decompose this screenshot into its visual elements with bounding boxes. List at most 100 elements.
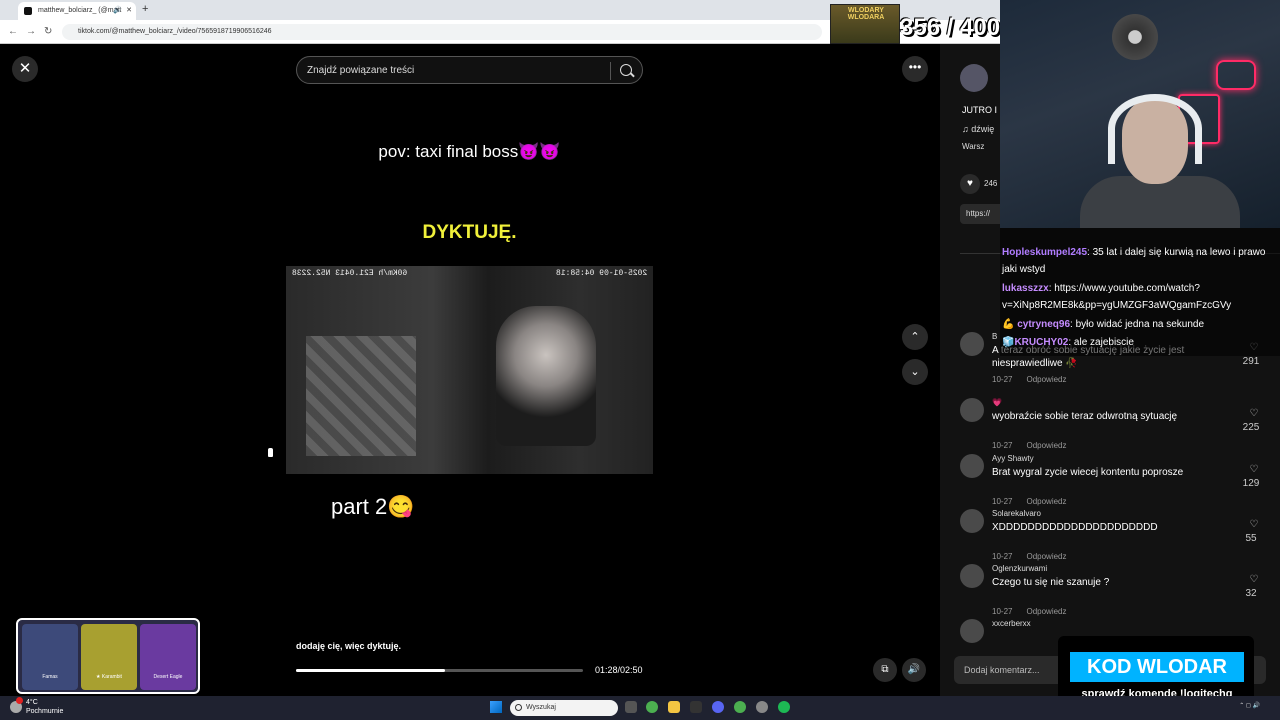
like-heart-icon[interactable]: ♥ <box>960 174 980 194</box>
comment-text: wyobraźcie sobie teraz odwrotną sytuację <box>992 411 1178 422</box>
dashcam-gps: 60Km/h E21.0413 N52.2238 <box>292 269 408 278</box>
chat-text: : było widać jedna na sekunde <box>1070 319 1205 330</box>
dashcam-timestamp: 2025-01-09 04:58:18 <box>556 269 648 278</box>
pip-button[interactable]: ⧉ <box>873 658 897 682</box>
comment-heart-icon[interactable]: ♡ <box>1243 519 1265 530</box>
commenter-name[interactable]: xxcerberxx <box>992 619 1031 628</box>
search-icon <box>515 704 522 711</box>
weather-desc: Pochmurnie <box>26 708 64 715</box>
comment-like-count: 55 <box>1245 533 1257 544</box>
next-video-button[interactable]: ⌄ <box>902 359 928 385</box>
video-time: 01:28/02:50 <box>595 665 643 675</box>
taskbar-search[interactable]: Wyszukaj <box>510 700 618 716</box>
chat-message: 🧊KRUCHY02: ale zajebiscie <box>1002 334 1278 351</box>
close-video-button[interactable]: ✕ <box>12 56 38 82</box>
volume-button[interactable]: 🔊 <box>902 658 926 682</box>
back-icon[interactable]: ← <box>8 26 18 37</box>
reply-button[interactable]: Odpowiedz <box>1026 607 1066 616</box>
comment-text: XDDDDDDDDDDDDDDDDDDDDDD <box>992 522 1158 533</box>
commenter-avatar[interactable] <box>960 619 984 643</box>
video-caption-top: pov: taxi final boss😈😈 <box>378 142 561 161</box>
reply-button[interactable]: Odpowiedz <box>1026 441 1066 450</box>
case-item-famas: Famas <box>22 624 78 690</box>
comment-text: Brat wygral zycie wiecej kontentu popros… <box>992 467 1184 478</box>
comment-item: Oglenzkurwami Czego tu się nie szanuje ? 1… <box>960 564 1265 616</box>
search-placeholder: Znajdź powiązane treści <box>307 65 415 76</box>
progress-fill <box>296 669 446 672</box>
tab-title: matthew_bolciarz_ (@matt <box>38 7 122 14</box>
comment-meta: 10-27 Odpowiedz <box>992 552 1067 561</box>
sub-counter: 356 / 400 <box>900 14 1001 41</box>
windows-taskbar: 4°C Pochmurnie Wyszukaj ⌃ ◻ 🔊 <box>0 696 1280 720</box>
chat-nick: lukasszzx <box>1002 283 1049 294</box>
commenter-name[interactable]: B <box>992 332 997 341</box>
comment-meta: 10-27 Odpowiedz <box>992 607 1067 616</box>
forward-icon[interactable]: → <box>26 26 36 37</box>
commenter-avatar[interactable] <box>960 454 984 478</box>
commenter-avatar[interactable] <box>960 509 984 533</box>
commenter-name[interactable]: 💗 <box>992 398 1002 407</box>
like-count: 246 <box>984 179 998 188</box>
app-icon[interactable] <box>690 701 702 713</box>
comment-heart-icon[interactable]: ♡ <box>1243 408 1265 419</box>
notification-badge <box>16 697 23 704</box>
comment-text: Czego tu się nie szanuje ? <box>992 577 1110 588</box>
chat-message: lukasszzx: https://www.youtube.com/watch… <box>1002 280 1278 314</box>
sound-link[interactable]: ♫ dźwię <box>962 124 994 134</box>
comment-heart-icon[interactable]: ♡ <box>1243 574 1265 585</box>
search-input[interactable]: Znajdź powiązane treści <box>296 56 643 84</box>
previous-video-button[interactable]: ⌃ <box>902 324 928 350</box>
chrome-icon-2[interactable] <box>734 701 746 713</box>
spotify-icon[interactable] <box>778 701 790 713</box>
comment-date: 10-27 <box>992 441 1013 450</box>
browser-tab[interactable]: matthew_bolciarz_ (@matt 🔊 ✕ <box>18 2 136 20</box>
new-tab-button[interactable]: + <box>142 3 148 15</box>
reply-button[interactable]: Odpowiedz <box>1026 552 1066 561</box>
commenter-avatar[interactable] <box>960 564 984 588</box>
video-part-label: part 2😋 <box>331 494 415 519</box>
chrome-icon[interactable] <box>646 701 658 713</box>
comment-heart-icon[interactable]: ♡ <box>1243 464 1265 475</box>
cloud-icon <box>10 697 23 713</box>
comment-meta: 10-27 Odpowiedz <box>992 441 1067 450</box>
progress-bar[interactable] <box>296 669 583 672</box>
chat-message: 💪 cytryneq96: było widać jedna na sekund… <box>1002 316 1278 333</box>
location-link[interactable]: Warsz <box>962 142 984 151</box>
case-item-karambit: ★ Karambit <box>81 624 137 690</box>
speaker-icon[interactable]: 🔊 <box>113 6 122 14</box>
author-avatar[interactable] <box>960 64 988 92</box>
steam-icon[interactable] <box>756 701 768 713</box>
close-tab-icon[interactable]: ✕ <box>126 6 132 14</box>
reply-button[interactable]: Odpowiedz <box>1026 375 1066 384</box>
commenter-avatar[interactable] <box>960 332 984 356</box>
reply-button[interactable]: Odpowiedz <box>1026 497 1066 506</box>
more-options-button[interactable]: ••• <box>902 56 928 82</box>
chat-nick: Hopleskumpel245 <box>1002 247 1088 258</box>
wlodary-logo-label: WLODARY WLODARA <box>847 7 885 21</box>
commenter-avatar[interactable] <box>960 398 984 422</box>
passenger-figure <box>496 306 596 446</box>
task-view-icon[interactable] <box>625 701 637 713</box>
comment-like-count: 129 <box>1242 478 1260 489</box>
search-icon[interactable] <box>620 64 632 76</box>
system-tray[interactable]: ⌃ ◻ 🔊 <box>1239 702 1260 709</box>
video-caption-yellow: DYKTUJĘ. <box>422 222 517 243</box>
wlodary-logo: WLODARY WLODARA <box>830 4 900 44</box>
comment-item: 💗 wyobraźcie sobie teraz odwrotną sytuacj… <box>960 398 1265 450</box>
vinyl-record-decoration <box>1112 14 1158 60</box>
commenter-name[interactable]: Solarekalvaro <box>992 509 1041 518</box>
discord-icon[interactable] <box>712 701 724 713</box>
comment-item: Ayy Shawty Brat wygral zycie wiecej konte… <box>960 454 1265 506</box>
url-field[interactable]: tiktok.com/@matthew_bolciarz_/video/7565… <box>62 24 822 40</box>
commenter-name[interactable]: Oglenzkurwami <box>992 564 1047 573</box>
comment-meta: 10-27 Odpowiedz <box>992 375 1067 384</box>
comment-like-count: 32 <box>1245 588 1257 599</box>
taskbar-search-label: Wyszukaj <box>526 704 556 711</box>
file-explorer-icon[interactable] <box>668 701 680 713</box>
windows-start-icon[interactable] <box>490 701 502 713</box>
comment-item: Solarekalvaro XDDDDDDDDDDDDDDDDDDDDDD 10-2… <box>960 509 1265 561</box>
video-player[interactable]: Znajdź powiązane treści pov: taxi final … <box>286 44 653 696</box>
streamer-webcam <box>1000 0 1280 228</box>
reload-icon[interactable]: ↻ <box>44 26 52 37</box>
commenter-name[interactable]: Ayy Shawty <box>992 454 1034 463</box>
